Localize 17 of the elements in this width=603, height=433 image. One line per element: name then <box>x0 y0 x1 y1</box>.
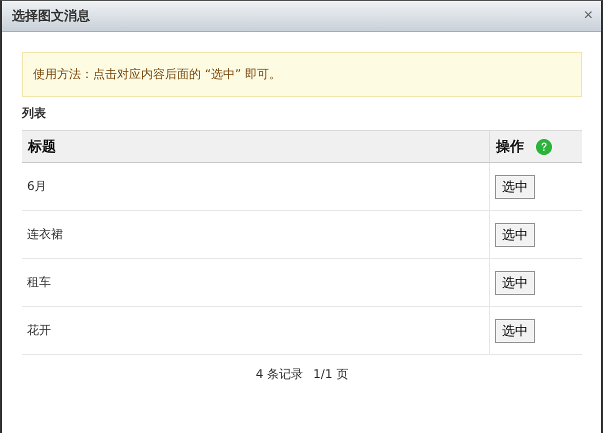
select-button[interactable]: 选中 <box>495 270 535 294</box>
table-cell: 租车 <box>22 258 490 306</box>
page-indicator: 1/1 页 <box>313 366 348 383</box>
table-cell: 花开 <box>22 306 490 354</box>
column-header: 操作 <box>496 138 524 156</box>
select-button[interactable]: 选中 <box>495 174 535 198</box>
select-button[interactable]: 选中 <box>495 318 535 342</box>
help-icon[interactable] <box>536 138 552 154</box>
close-button[interactable]: × <box>584 7 593 25</box>
table-cell: 连衣裙 <box>22 210 490 258</box>
column-header: 标题 <box>22 130 490 162</box>
window-title: 选择图文消息 <box>12 8 90 25</box>
select-button[interactable]: 选中 <box>495 222 535 246</box>
notice-text: 使用方法：点击对应内容后面的 “选中” 即可。 <box>22 52 582 97</box>
table-cell: 6月 <box>22 162 490 210</box>
record-count: 4 条记录 <box>256 366 304 383</box>
section-label: 列表 <box>22 105 47 122</box>
